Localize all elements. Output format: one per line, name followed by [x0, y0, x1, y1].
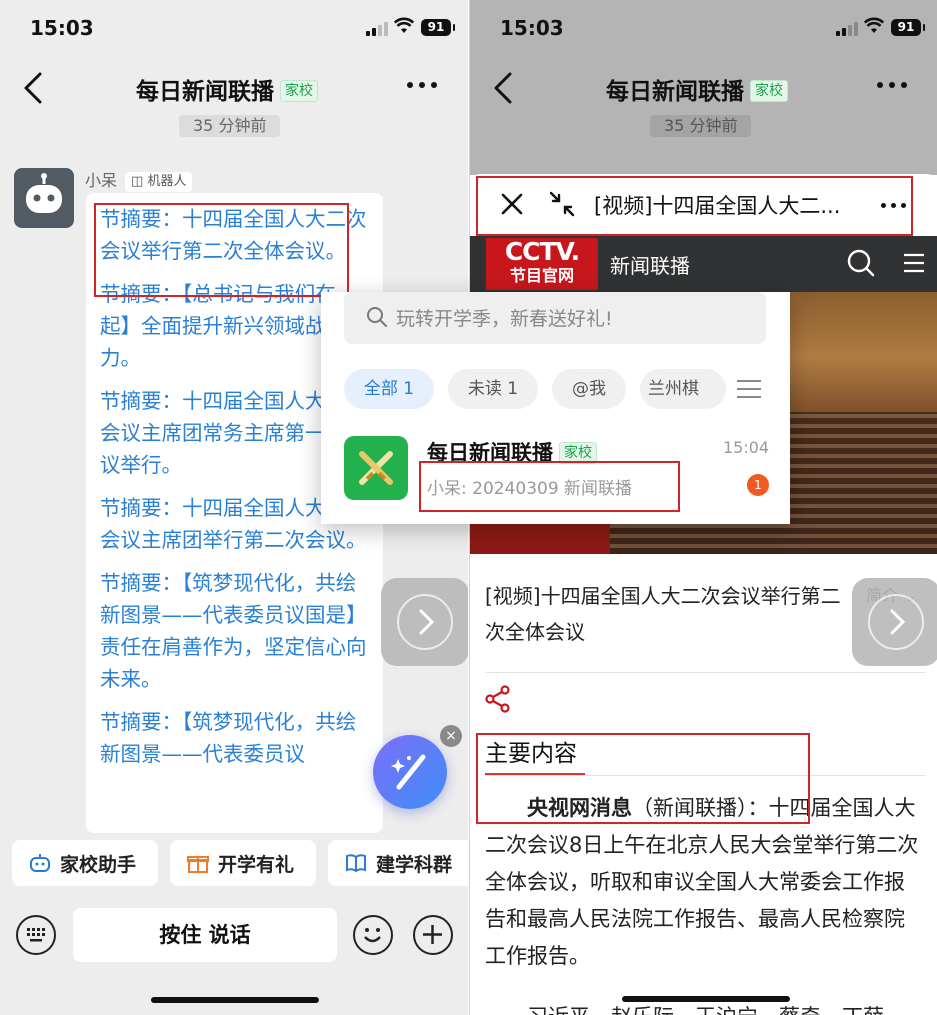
wifi-icon — [394, 17, 414, 33]
cctv-logo[interactable]: CCTV. 节目官网 — [486, 238, 598, 290]
robot-small-icon: ◫ — [131, 174, 148, 189]
unread-badge: 1 — [747, 474, 769, 496]
search-icon[interactable] — [846, 248, 876, 278]
filter-menu-icon[interactable] — [736, 378, 762, 400]
signal-icon — [366, 22, 388, 36]
chat-header: 每日新闻联播 家校 — [0, 58, 468, 120]
search-placeholder: 玩转开学季，新春送好礼! — [396, 308, 613, 330]
search-input[interactable]: 玩转开学季，新春送好礼! — [344, 292, 766, 344]
back-arrow-icon[interactable] — [18, 70, 50, 106]
divider — [485, 672, 925, 673]
sender-name: 小呆 — [85, 171, 118, 190]
quick-action-gift[interactable]: 开学有礼 — [170, 840, 316, 886]
chat-header-dimmed: 每日新闻联播 家校 — [470, 58, 937, 120]
hold-to-talk-button[interactable]: 按住 说话 — [73, 908, 337, 962]
close-icon[interactable]: × — [440, 725, 462, 747]
more-menu-icon[interactable] — [877, 82, 907, 88]
wifi-icon — [864, 17, 884, 33]
ai-assistant-button[interactable] — [373, 735, 447, 809]
chat-title: 每日新闻联播 家校 — [606, 72, 788, 106]
robot-icon — [30, 854, 50, 872]
message-timestamp: 35 分钟前 — [650, 115, 752, 137]
quick-action-jiaxiao-assistant[interactable]: 家校助手 — [12, 840, 158, 886]
hamburger-menu-icon[interactable] — [902, 252, 926, 274]
highlight-box-preview — [419, 461, 680, 512]
filter-mentions[interactable]: @我 — [552, 369, 626, 409]
next-page-card[interactable] — [381, 578, 468, 666]
signal-icon — [836, 22, 858, 36]
summary-link[interactable]: 节摘要：【筑梦现代化，共绘新图景——代表委员议 — [100, 706, 370, 770]
quick-action-label: 建学科群 — [376, 853, 453, 876]
chat-title: 每日新闻联播 家校 — [136, 72, 318, 106]
highlight-box-web-title — [476, 176, 913, 236]
highlight-box-first-summary — [94, 203, 349, 297]
home-indicator — [151, 997, 319, 1003]
filter-lanzhou-chess[interactable]: 兰州棋 — [640, 369, 726, 409]
summary-link[interactable]: 节摘要：【筑梦现代化，共绘新图景——代表委员议国是】责任在肩善作为，坚定信心向未… — [100, 567, 370, 695]
filter-all[interactable]: 全部 1 — [344, 369, 434, 409]
jiaxiao-tag: 家校 — [750, 80, 788, 102]
chevron-right-icon — [419, 609, 435, 635]
message-timestamp: 35 分钟前 — [179, 115, 281, 137]
magic-wand-icon — [391, 754, 426, 790]
chat-title-text: 每日新闻联播 — [136, 79, 274, 105]
video-title: [视频]十四届全国人大二次会议举行第二次全体会议 — [485, 584, 841, 644]
battery-icon: 91 — [421, 19, 455, 36]
robot-face-icon — [26, 173, 62, 213]
keyboard-icon[interactable] — [16, 915, 56, 955]
robot-tag-label: 机器人 — [147, 174, 187, 189]
gift-icon — [187, 856, 209, 873]
home-indicator — [622, 996, 790, 1002]
quick-action-label: 开学有礼 — [218, 853, 295, 876]
status-time: 15:03 — [30, 16, 94, 40]
cctv-logo-subtext: 节目官网 — [509, 266, 574, 285]
sender-line: 小呆 ◫ 机器人 — [85, 167, 193, 192]
quick-action-label: 家校助手 — [60, 853, 137, 876]
quick-action-subject-group[interactable]: 建学科群 — [328, 840, 468, 886]
cctv-logo-text: CCTV. — [504, 237, 580, 266]
status-time: 15:03 — [500, 16, 564, 40]
chevron-right-icon — [890, 609, 906, 635]
book-icon — [346, 854, 366, 873]
add-icon[interactable] — [413, 915, 453, 955]
back-arrow-icon[interactable] — [488, 70, 520, 106]
input-bar: 按住 说话 — [0, 908, 468, 964]
highlight-box-main-content — [476, 733, 810, 824]
next-page-card[interactable] — [852, 578, 937, 666]
search-icon — [367, 307, 387, 327]
share-icon[interactable] — [485, 685, 511, 713]
filter-unread[interactable]: 未读 1 — [448, 369, 538, 409]
emoji-icon[interactable] — [353, 915, 393, 955]
chat-title-text: 每日新闻联播 — [606, 79, 744, 105]
battery-icon: 91 — [891, 19, 925, 36]
bot-avatar[interactable] — [14, 168, 74, 228]
cctv-site-header: CCTV. 节目官网 新闻联播 — [470, 236, 937, 292]
more-menu-icon[interactable] — [407, 82, 437, 88]
channel-name: 新闻联播 — [610, 254, 690, 278]
status-bar: 15:03 91 — [470, 0, 937, 58]
news-channel-avatar[interactable] — [344, 436, 408, 500]
robot-tag: ◫ 机器人 — [125, 172, 193, 192]
chat-list-popup: 玩转开学季，新春送好礼! 全部 1 未读 1 @我 兰州棋 每日新闻联播 家校 1… — [321, 292, 790, 524]
quick-actions: 家校助手 开学有礼 建学科群 — [0, 840, 468, 888]
jiaxiao-tag: 家校 — [280, 80, 318, 102]
status-bar: 15:03 91 — [0, 0, 468, 58]
crossed-swords-icon — [359, 451, 393, 485]
conversation-time: 15:04 — [723, 438, 770, 457]
